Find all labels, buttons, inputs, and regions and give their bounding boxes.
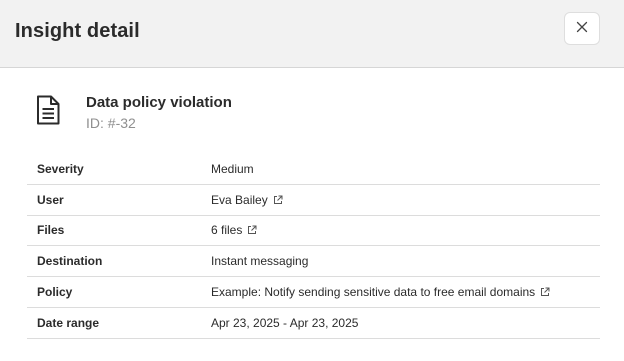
insight-id: ID: #-32 [86,115,136,131]
external-link-icon[interactable] [540,287,550,297]
destination-value: Instant messaging [211,254,309,269]
external-link-icon[interactable] [273,195,283,205]
user-link[interactable]: Eva Bailey [211,193,283,207]
date-range-value: Apr 23, 2025 - Apr 23, 2025 [211,315,359,330]
table-row: Severity Medium [27,154,600,185]
destination-label: Destination [37,254,103,269]
date-range-label: Date range [37,315,100,330]
severity-value: Medium [211,161,254,176]
table-row: Policy Example: Notify sending sensitive… [27,277,600,308]
table-row: Files 6 files [27,216,600,247]
insight-summary: Data policy violation ID: #-32 [0,69,624,149]
files-link[interactable]: 6 files [211,223,257,237]
policy-link[interactable]: Example: Notify sending sensitive data t… [211,285,550,299]
close-icon [576,20,588,38]
details-table: Severity Medium User Eva Bailey Files 6 … [27,154,600,339]
close-button[interactable] [564,12,600,45]
user-label: User [37,192,64,207]
table-row: User Eva Bailey [27,185,600,216]
table-row: Date range Apr 23, 2025 - Apr 23, 2025 [27,308,600,339]
severity-label: Severity [37,161,84,176]
policy-label: Policy [37,285,73,300]
table-row: Destination Instant messaging [27,246,600,278]
files-label: Files [37,223,65,238]
dialog-header: Insight detail [0,0,624,68]
insight-title: Data policy violation [86,94,232,111]
dialog-title: Insight detail [15,20,140,42]
document-icon [36,95,60,130]
external-link-icon[interactable] [247,225,257,235]
